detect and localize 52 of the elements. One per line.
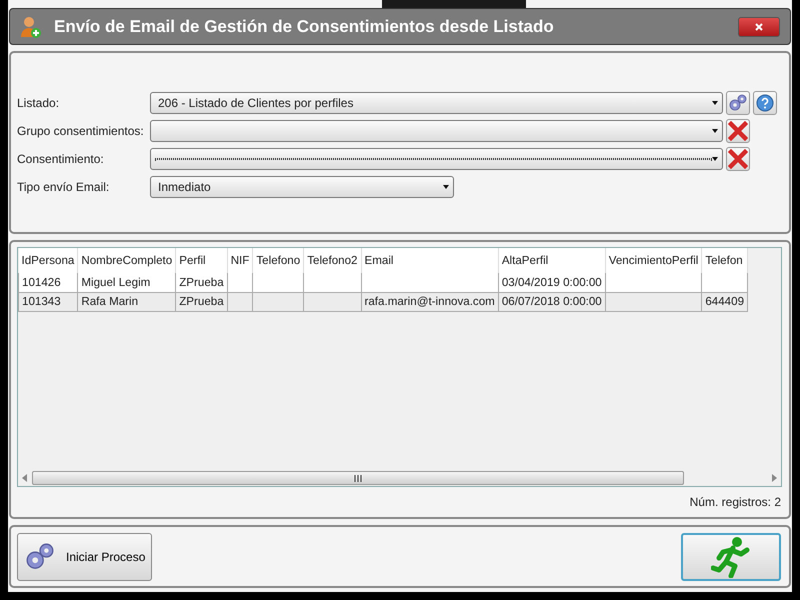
table-cell: 03/04/2019 0:00:00	[498, 273, 606, 292]
column-header[interactable]: IdPersona	[18, 248, 78, 273]
table-cell: 06/07/2018 0:00:00	[498, 292, 606, 311]
clear-button[interactable]	[726, 147, 750, 171]
column-header[interactable]: NombreCompleto	[78, 248, 176, 273]
field-label: Consentimiento:	[16, 151, 105, 168]
field-label: Listado:	[16, 95, 60, 112]
gears-icon	[728, 93, 748, 113]
scrollbar-thumb[interactable]	[32, 471, 684, 485]
run-button[interactable]	[681, 532, 781, 580]
table-cell	[252, 273, 304, 292]
user-add-icon	[20, 14, 42, 38]
column-header[interactable]: Email	[361, 248, 498, 273]
table-cell	[252, 292, 304, 311]
table-cell: ZPrueba	[176, 273, 228, 292]
column-header[interactable]: Telefono	[252, 248, 304, 273]
table-cell: 101343	[18, 292, 78, 311]
dropdown-field[interactable]	[150, 148, 723, 170]
table-cell: Miguel Legim	[78, 273, 176, 292]
column-header[interactable]: Telefono2	[304, 248, 361, 273]
scroll-right-icon[interactable]	[771, 474, 777, 482]
start-process-button[interactable]: Iniciar Proceso	[17, 532, 152, 580]
table-cell: rafa.marin@t-innova.com	[361, 292, 498, 311]
close-button[interactable]	[738, 16, 780, 36]
table-cell	[227, 292, 253, 311]
dropdown-field[interactable]	[150, 120, 723, 142]
scroll-left-icon[interactable]	[22, 474, 28, 482]
table-cell: Rafa Marin	[78, 292, 176, 311]
table-cell: 101426	[18, 273, 78, 292]
running-person-icon	[711, 536, 751, 578]
column-header[interactable]: Perfil	[176, 248, 228, 273]
table-cell: 644409	[702, 292, 748, 311]
dropdown-field[interactable]: Inmediato	[150, 176, 454, 198]
table-cell	[304, 292, 361, 311]
column-header[interactable]: VencimientoPerfil	[605, 248, 702, 273]
dropdown-field[interactable]: 206 - Listado de Clientes por perfiles	[150, 92, 723, 114]
gears-button[interactable]	[726, 91, 750, 115]
table-cell: ZPrueba	[176, 292, 228, 311]
table-cell	[702, 273, 748, 292]
table-cell	[304, 273, 361, 292]
close-icon	[754, 22, 764, 32]
table-cell	[227, 273, 253, 292]
window-grip[interactable]	[382, 0, 526, 8]
column-header[interactable]: Telefon	[702, 248, 748, 273]
field-label: Tipo envío Email:	[16, 179, 110, 196]
clear-button[interactable]	[726, 119, 750, 143]
column-header[interactable]: NIF	[227, 248, 253, 273]
record-count: Núm. registros: 2	[690, 495, 781, 509]
window-title: Envío de Email de Gestión de Consentimientos desde Listado	[54, 16, 554, 38]
field-label: Grupo consentimientos:	[16, 123, 145, 140]
help-button[interactable]	[753, 91, 777, 115]
column-header[interactable]: AltaPerfil	[498, 248, 606, 273]
